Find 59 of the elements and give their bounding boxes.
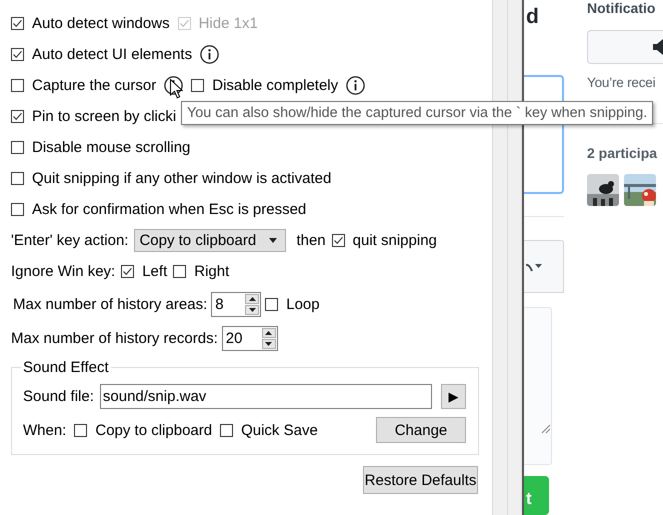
- field-label: When:: [23, 422, 66, 438]
- group-title: Sound Effect: [22, 359, 110, 376]
- checkbox-label[interactable]: Auto detect windows: [32, 15, 170, 32]
- checkbox[interactable]: [265, 298, 278, 310]
- checkbox-label[interactable]: Disable mouse scrolling: [32, 139, 190, 156]
- dropdown-arrow-icon: [269, 238, 278, 243]
- info-icon[interactable]: [346, 76, 366, 95]
- checkbox[interactable]: [191, 79, 204, 92]
- checkbox-label[interactable]: Copy to clipboard: [95, 422, 212, 438]
- checkbox[interactable]: [74, 424, 88, 436]
- spin-up-icon[interactable]: [262, 328, 276, 338]
- field-label: Max number of history records:: [11, 330, 218, 346]
- play-button[interactable]: ▶: [440, 384, 466, 408]
- field-label: Max number of history areas:: [13, 296, 208, 312]
- field-label: Ignore Win key:: [11, 263, 116, 280]
- page-heading: d: [525, 4, 540, 30]
- field-label: then: [296, 232, 326, 249]
- subscribe-button[interactable]: [587, 30, 663, 64]
- checkbox[interactable]: [11, 110, 24, 123]
- checkbox-label[interactable]: Ask for confirmation when Esc is pressed: [32, 201, 306, 218]
- mouse-pointer-icon: [170, 79, 183, 99]
- checkbox[interactable]: [173, 265, 186, 278]
- field-label: Sound file:: [23, 388, 94, 404]
- checkbox-label[interactable]: Capture the cursor: [32, 77, 156, 94]
- speaker-icon: [653, 39, 663, 55]
- checkbox[interactable]: [332, 234, 345, 247]
- checkbox[interactable]: [11, 17, 24, 30]
- checkbox-label[interactable]: Right: [194, 263, 230, 280]
- number-spinner[interactable]: 20: [222, 326, 278, 350]
- checkbox-label[interactable]: Left: [142, 263, 168, 280]
- checkbox[interactable]: [11, 203, 24, 216]
- checkbox-label[interactable]: Quit snipping if any other window is activated: [32, 170, 332, 187]
- spin-up-icon[interactable]: [245, 294, 260, 304]
- checkbox[interactable]: [220, 424, 234, 436]
- participants-heading: 2 participa: [587, 145, 658, 161]
- field-label: 'Enter' key action:: [11, 232, 128, 249]
- sound-file-field[interactable]: sound/snip.wav: [100, 384, 432, 408]
- checkbox-label[interactable]: quit snipping: [352, 232, 437, 249]
- checkbox-label[interactable]: Quick Save: [241, 422, 318, 438]
- checkbox-label[interactable]: Auto detect UI elements: [32, 46, 192, 63]
- tooltip: You can also show/hide the captured cursor via the ` key when snipping.: [181, 101, 654, 125]
- checkbox-label[interactable]: Pin to screen by clicki: [32, 108, 176, 125]
- notification-text: You’re recei: [587, 75, 656, 90]
- checkbox[interactable]: [11, 79, 24, 92]
- checkbox[interactable]: [121, 265, 134, 278]
- checkbox[interactable]: [11, 141, 24, 154]
- resize-grip-icon[interactable]: [541, 424, 551, 434]
- action-dropdown[interactable]: Copy to clipboard: [134, 229, 286, 252]
- spin-down-icon[interactable]: [245, 304, 260, 314]
- checkbox-label[interactable]: Disable completely: [212, 77, 338, 94]
- change-button[interactable]: Change: [376, 417, 466, 443]
- sidebar-title: Notificatio: [587, 0, 656, 18]
- checkbox[interactable]: [11, 172, 24, 185]
- number-spinner[interactable]: 8: [211, 292, 262, 316]
- spin-down-icon[interactable]: [262, 338, 276, 348]
- info-icon[interactable]: [200, 45, 220, 64]
- checkbox[interactable]: [11, 48, 24, 61]
- restore-defaults-button[interactable]: Restore Defaults: [363, 466, 478, 494]
- checkbox-label[interactable]: Loop: [286, 296, 320, 312]
